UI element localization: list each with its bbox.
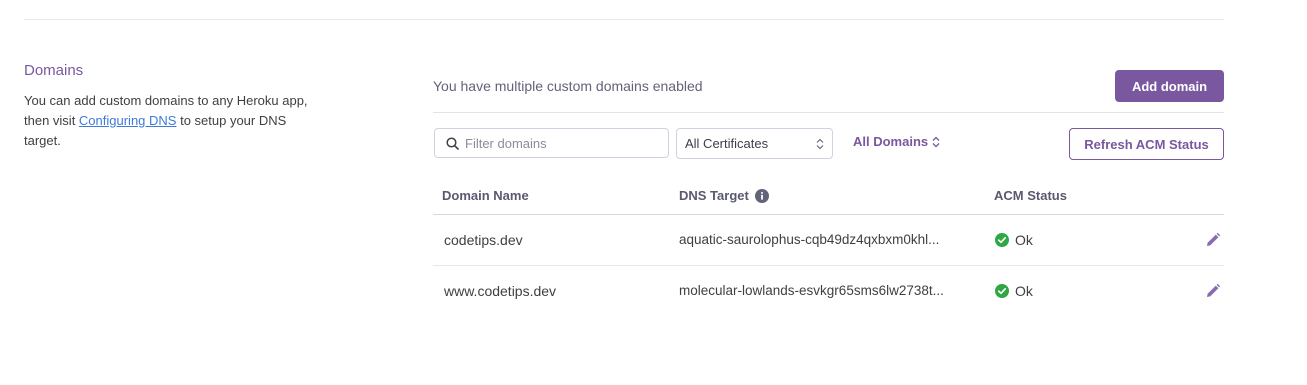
add-domain-button[interactable]: Add domain [1115, 70, 1224, 102]
section-title: Domains [24, 62, 84, 79]
domains-settings-page: Domains You can add custom domains to an… [0, 0, 1307, 385]
domain-name-cell: www.codetips.dev [444, 283, 557, 299]
search-icon [445, 136, 459, 150]
column-header-domain-name: Domain Name [442, 188, 529, 203]
certificates-select-value: All Certificates [685, 136, 769, 151]
pencil-icon[interactable] [1204, 231, 1222, 249]
table-row: codetips.dev aquatic-saurolophus-cqb49dz… [433, 215, 1224, 265]
chevron-up-down-icon [932, 136, 940, 148]
certificates-select[interactable]: All Certificates [676, 128, 833, 159]
check-circle-icon [995, 284, 1009, 298]
dns-target-cell: molecular-lowlands-esvkgr65sms6lw2738t..… [679, 283, 944, 298]
filter-domains-field[interactable] [434, 128, 669, 158]
table-row: www.codetips.dev molecular-lowlands-esvk… [433, 266, 1224, 316]
domain-name-cell: codetips.dev [444, 232, 523, 248]
acm-status-cell: Ok [995, 282, 1033, 300]
section-description: You can add custom domains to any Heroku… [24, 91, 314, 151]
column-header-dns-target: DNS Target [679, 187, 769, 205]
pencil-icon[interactable] [1204, 282, 1222, 300]
info-icon[interactable] [754, 189, 769, 203]
column-header-acm-status: ACM Status [994, 188, 1067, 203]
acm-status-text: Ok [1015, 232, 1033, 248]
dns-target-header-label: DNS Target [679, 188, 749, 203]
refresh-acm-status-button[interactable]: Refresh ACM Status [1069, 128, 1224, 160]
acm-status-text: Ok [1015, 283, 1033, 299]
dns-target-cell: aquatic-saurolophus-cqb49dz4qxbxm0khl... [679, 232, 940, 247]
filter-domains-input[interactable] [465, 135, 665, 151]
domains-filter-label: All Domains [853, 134, 929, 149]
check-circle-icon [995, 233, 1009, 247]
top-divider [24, 19, 1224, 20]
acm-status-cell: Ok [995, 231, 1033, 249]
domains-filter-dropdown[interactable]: All Domains [853, 134, 940, 149]
configuring-dns-link[interactable]: Configuring DNS [79, 113, 177, 128]
chevron-up-down-icon [816, 138, 824, 153]
domains-summary: You have multiple custom domains enabled [433, 78, 703, 94]
summary-divider [433, 112, 1224, 113]
